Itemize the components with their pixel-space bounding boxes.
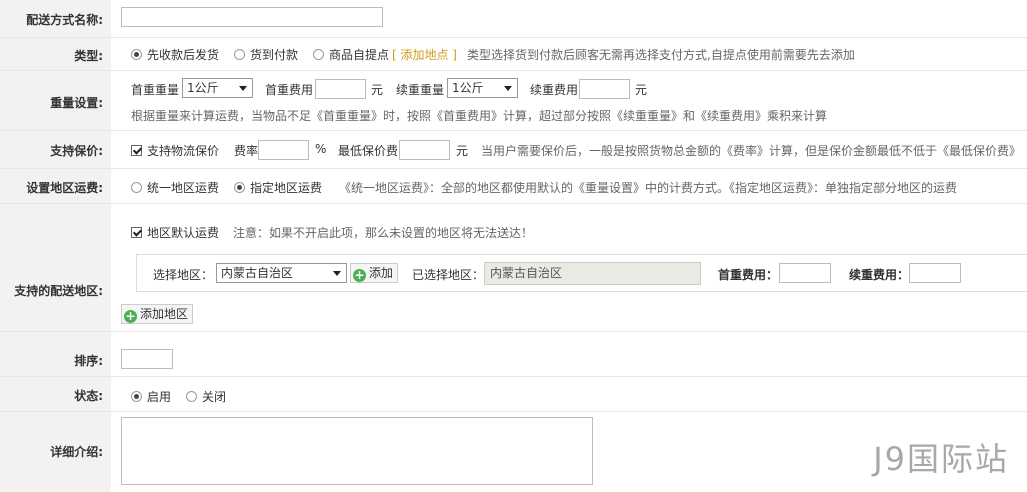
area-option-label: 统一地区运费 [147, 181, 220, 195]
region-entry: 选择地区： 内蒙古自治区 + 添加 已选择地区： 内蒙古自治区 首重费用： 续重费… [136, 254, 1027, 292]
radio-icon[interactable] [131, 182, 142, 193]
default-fee-label: 地区默认运费 [147, 226, 220, 240]
area-option-specified[interactable]: 指定地区运费 [234, 179, 322, 196]
rate-input[interactable] [258, 140, 309, 160]
chevron-down-icon [239, 86, 247, 91]
rate-label: 费率 [234, 144, 259, 158]
status-option-disable[interactable]: 关闭 [186, 388, 226, 405]
checkbox-icon[interactable] [131, 227, 142, 238]
name-input[interactable] [121, 7, 383, 27]
area-option-unified[interactable]: 统一地区运费 [131, 179, 219, 196]
radio-icon[interactable] [313, 49, 324, 60]
area-hint: 《统一地区运费》：全部的地区都使用默认的《重量设置》中的计费方式。《指定地区运费… [339, 181, 958, 195]
radio-icon[interactable] [186, 391, 197, 402]
add-region-button[interactable]: + 添加地区 [121, 304, 194, 324]
add-region-label: 添加地区 [140, 307, 189, 321]
detail-label: 详细介绍: [50, 445, 103, 459]
region-select[interactable]: 内蒙古自治区 [216, 263, 347, 283]
type-option-cod[interactable]: 货到付款 [234, 46, 298, 63]
chevron-down-icon [333, 271, 341, 276]
plus-icon: + [124, 309, 137, 323]
watermark-logo: J9国际站 [873, 440, 1009, 478]
cont-weight-label: 续重重量 [396, 83, 445, 97]
cont-fee-label: 续重费用 [530, 83, 579, 97]
min-fee-input[interactable] [399, 140, 450, 160]
type-label: 类型: [74, 49, 103, 63]
status-row: 状态: 启用 关闭 [0, 376, 1027, 412]
radio-icon[interactable] [234, 182, 245, 193]
insure-checkbox[interactable]: 支持物流保价 [131, 142, 219, 159]
weight-row: 重量设置: 首重重量 1公斤 首重费用 元 续重重量 1公斤 续重费用 元 根据… [0, 70, 1027, 131]
region-first-fee-input[interactable] [779, 263, 831, 283]
type-row: 类型: 先收款后发货 货到付款 商品自提点 [ 添加地点 ] 类型选择货到付款后… [0, 37, 1027, 71]
status-option-label: 启用 [147, 390, 172, 404]
type-option-label: 货到付款 [250, 48, 299, 62]
checkbox-icon[interactable] [131, 145, 142, 156]
weight-hint: 根据重量来计算运费，当物品不足《首重重量》时，按照《首重费用》计算，超过部分按照… [131, 109, 828, 123]
type-option-pickup[interactable]: 商品自提点 [313, 46, 389, 63]
sort-row: 排序: [0, 331, 1027, 377]
insure-row: 支持保价: 支持物流保价 费率 % 最低保价费 元 当用户需要保价后，一般是按照… [0, 130, 1027, 169]
selected-region-label: 已选择地区： [412, 268, 485, 282]
insure-checkbox-label: 支持物流保价 [147, 144, 220, 158]
default-fee-hint: 注意：如果不开启此项，那么未设置的地区将无法送达！ [233, 226, 534, 240]
first-weight-label: 首重重量 [131, 83, 180, 97]
detail-textarea[interactable] [121, 417, 593, 485]
min-fee-unit: 元 [456, 144, 469, 158]
type-option-prepay[interactable]: 先收款后发货 [131, 46, 219, 63]
region-cont-fee-input[interactable] [909, 263, 961, 283]
selected-region-field: 内蒙古自治区 [484, 262, 701, 285]
status-option-label: 关闭 [202, 390, 227, 404]
area-label: 设置地区运费: [26, 181, 103, 195]
radio-icon[interactable] [131, 49, 142, 60]
cont-weight-value: 1公斤 [452, 81, 484, 95]
add-label: 添加 [369, 266, 394, 280]
type-option-label: 商品自提点 [329, 48, 390, 62]
sort-input[interactable] [121, 349, 173, 369]
chevron-down-icon [504, 86, 512, 91]
radio-icon[interactable] [234, 49, 245, 60]
type-option-label: 先收款后发货 [147, 48, 220, 62]
weight-label: 重量设置: [50, 96, 103, 110]
region-first-fee-label: 首重费用： [718, 268, 779, 282]
radio-icon[interactable] [131, 391, 142, 402]
region-label: 支持的配送地区: [14, 284, 103, 298]
area-option-label: 指定地区运费 [250, 181, 323, 195]
first-fee-input[interactable] [315, 79, 366, 99]
first-fee-label: 首重费用 [265, 83, 314, 97]
area-row: 设置地区运费: 统一地区运费 指定地区运费 《统一地区运费》：全部的地区都使用默… [0, 168, 1027, 204]
status-label: 状态: [74, 389, 103, 403]
insure-hint: 当用户需要保价后，一般是按照货物总金额的《费率》计算，但是保价金额最低不低于《最… [481, 144, 1022, 158]
sort-label: 排序: [74, 354, 103, 368]
plus-icon: + [353, 268, 366, 282]
cont-weight-select[interactable]: 1公斤 [447, 78, 518, 98]
default-fee-checkbox[interactable]: 地区默认运费 [131, 224, 219, 241]
name-row: 配送方式名称: [0, 0, 1027, 38]
add-button[interactable]: + 添加 [350, 263, 399, 283]
first-weight-select[interactable]: 1公斤 [182, 78, 253, 98]
region-cont-fee-label: 续重费用： [849, 268, 910, 282]
status-option-enable[interactable]: 启用 [131, 388, 171, 405]
region-select-value: 内蒙古自治区 [221, 266, 294, 280]
cont-fee-unit: 元 [635, 83, 648, 97]
first-weight-value: 1公斤 [187, 81, 219, 95]
select-region-label: 选择地区： [153, 268, 214, 282]
type-hint: 类型选择货到付款后顾客无需再选择支付方式,自提点使用前需要先去添加 [467, 48, 855, 62]
name-label: 配送方式名称: [26, 13, 103, 27]
add-location-link[interactable]: [ 添加地点 ] [392, 46, 457, 63]
insure-label: 支持保价: [50, 144, 103, 158]
first-fee-unit: 元 [371, 83, 384, 97]
cont-fee-input[interactable] [579, 79, 630, 99]
min-fee-label: 最低保价费 [338, 144, 399, 158]
rate-unit: % [315, 142, 327, 156]
